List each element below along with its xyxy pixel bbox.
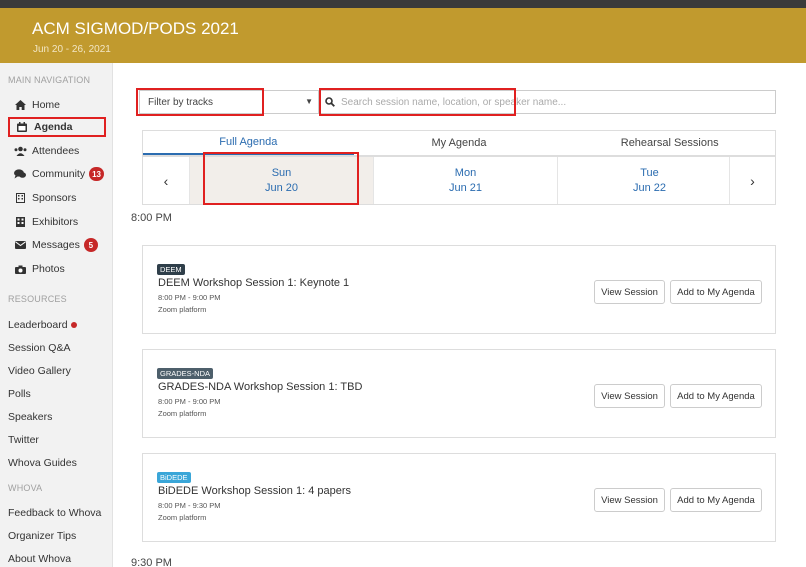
sidebar-item-about-whova[interactable]: About Whova — [8, 553, 71, 565]
sidebar-item-community[interactable]: Community 13 — [8, 164, 106, 184]
session-time: 8:00 PM - 9:00 PM — [158, 397, 221, 406]
community-count-badge: 13 — [89, 167, 105, 181]
event-dates: Jun 20 - 26, 2021 — [33, 44, 111, 55]
next-day-button[interactable]: › — [729, 157, 775, 204]
session-card: GRADES-NDA GRADES-NDA Workshop Session 1… — [142, 349, 776, 438]
sidebar-item-leaderboard[interactable]: Leaderboard — [8, 319, 77, 331]
building-icon — [13, 193, 27, 203]
highlight-box-filter — [136, 88, 264, 116]
home-icon — [13, 100, 27, 110]
session-title[interactable]: BiDEDE Workshop Session 1: 4 papers — [158, 485, 351, 497]
sidebar-item-speakers[interactable]: Speakers — [8, 411, 52, 423]
sidebar-item-label: Home — [32, 99, 61, 111]
calendar-icon — [15, 122, 29, 132]
view-session-button[interactable]: View Session — [594, 488, 665, 512]
caret-down-icon: ▼ — [305, 97, 313, 106]
view-session-button[interactable]: View Session — [594, 384, 665, 408]
sidebar-item-polls[interactable]: Polls — [8, 388, 31, 400]
highlight-box-day — [203, 152, 359, 205]
session-card: BiDEDE BiDEDE Workshop Session 1: 4 pape… — [142, 453, 776, 542]
sidebar-item-label: Exhibitors — [32, 216, 79, 228]
sidebar-item-label: Sponsors — [32, 192, 77, 204]
time-slot-label: 8:00 PM — [131, 212, 172, 224]
tab-my-agenda[interactable]: My Agenda — [354, 131, 565, 155]
tab-rehearsal-sessions[interactable]: Rehearsal Sessions — [564, 131, 775, 155]
envelope-icon — [13, 241, 27, 249]
track-tag: GRADES-NDA — [157, 368, 214, 379]
sidebar-item-video-gallery[interactable]: Video Gallery — [8, 365, 71, 377]
sidebar-item-messages[interactable]: Messages 5 — [8, 235, 106, 255]
event-title: ACM SIGMOD/PODS 2021 — [32, 19, 239, 38]
resources-heading: RESOURCES — [8, 294, 67, 304]
users-icon — [13, 146, 27, 156]
session-location: Zoom platform — [158, 409, 207, 418]
track-tag: BiDEDE — [157, 472, 191, 483]
chat-icon — [13, 169, 27, 179]
session-location: Zoom platform — [158, 305, 207, 314]
camera-icon — [13, 265, 27, 274]
sidebar-item-photos[interactable]: Photos — [8, 259, 106, 279]
add-to-agenda-button[interactable]: Add to My Agenda — [670, 488, 762, 512]
session-title[interactable]: DEEM Workshop Session 1: Keynote 1 — [158, 277, 349, 289]
time-slot-label: 9:30 PM — [131, 557, 172, 567]
view-session-button[interactable]: View Session — [594, 280, 665, 304]
day-tab-mon[interactable]: Mon Jun 21 — [373, 157, 557, 204]
exhibitor-icon — [13, 217, 27, 227]
sidebar-item-session-qa[interactable]: Session Q&A — [8, 342, 70, 354]
session-time: 8:00 PM - 9:00 PM — [158, 293, 221, 302]
agenda-main: Filter by tracks ▼ Search session name, … — [113, 63, 806, 567]
sidebar-item-twitter[interactable]: Twitter — [8, 434, 39, 446]
messages-count-badge: 5 — [83, 238, 98, 252]
add-to-agenda-button[interactable]: Add to My Agenda — [670, 280, 762, 304]
sidebar-item-label: Agenda — [34, 121, 73, 133]
sidebar-item-label: Community — [32, 168, 86, 180]
sidebar-item-organizer-tips[interactable]: Organizer Tips — [8, 530, 76, 542]
sidebar: MAIN NAVIGATION Home Agenda Attendees Co… — [0, 63, 113, 567]
session-card: DEEM DEEM Workshop Session 1: Keynote 1 … — [142, 245, 776, 334]
sidebar-item-label: Messages — [32, 239, 80, 251]
session-location: Zoom platform — [158, 513, 207, 522]
event-header: ACM SIGMOD/PODS 2021 Jun 20 - 26, 2021 — [0, 8, 806, 63]
chevron-left-icon: ‹ — [163, 172, 169, 189]
sidebar-item-feedback[interactable]: Feedback to Whova — [8, 507, 101, 519]
session-time: 8:00 PM - 9:30 PM — [158, 501, 221, 510]
sidebar-item-label: Photos — [32, 263, 65, 275]
notification-dot — [70, 322, 77, 328]
prev-day-button[interactable]: ‹ — [143, 157, 189, 204]
sidebar-item-whova-guides[interactable]: Whova Guides — [8, 457, 77, 469]
sidebar-item-home[interactable]: Home — [8, 95, 106, 115]
sidebar-item-exhibitors[interactable]: Exhibitors — [8, 212, 106, 232]
sidebar-item-sponsors[interactable]: Sponsors — [8, 188, 106, 208]
session-title[interactable]: GRADES-NDA Workshop Session 1: TBD — [158, 381, 362, 393]
browser-top-strip — [0, 0, 806, 8]
whova-heading: WHOVA — [8, 483, 43, 493]
day-tab-tue[interactable]: Tue Jun 22 — [557, 157, 741, 204]
add-to-agenda-button[interactable]: Add to My Agenda — [670, 384, 762, 408]
sidebar-item-attendees[interactable]: Attendees — [8, 141, 106, 161]
main-navigation-heading: MAIN NAVIGATION — [8, 75, 91, 85]
highlight-box-search — [319, 88, 516, 116]
sidebar-item-agenda[interactable]: Agenda — [8, 117, 106, 137]
chevron-right-icon: › — [750, 172, 755, 189]
track-tag: DEEM — [157, 264, 185, 275]
sidebar-item-label: Attendees — [32, 145, 80, 157]
